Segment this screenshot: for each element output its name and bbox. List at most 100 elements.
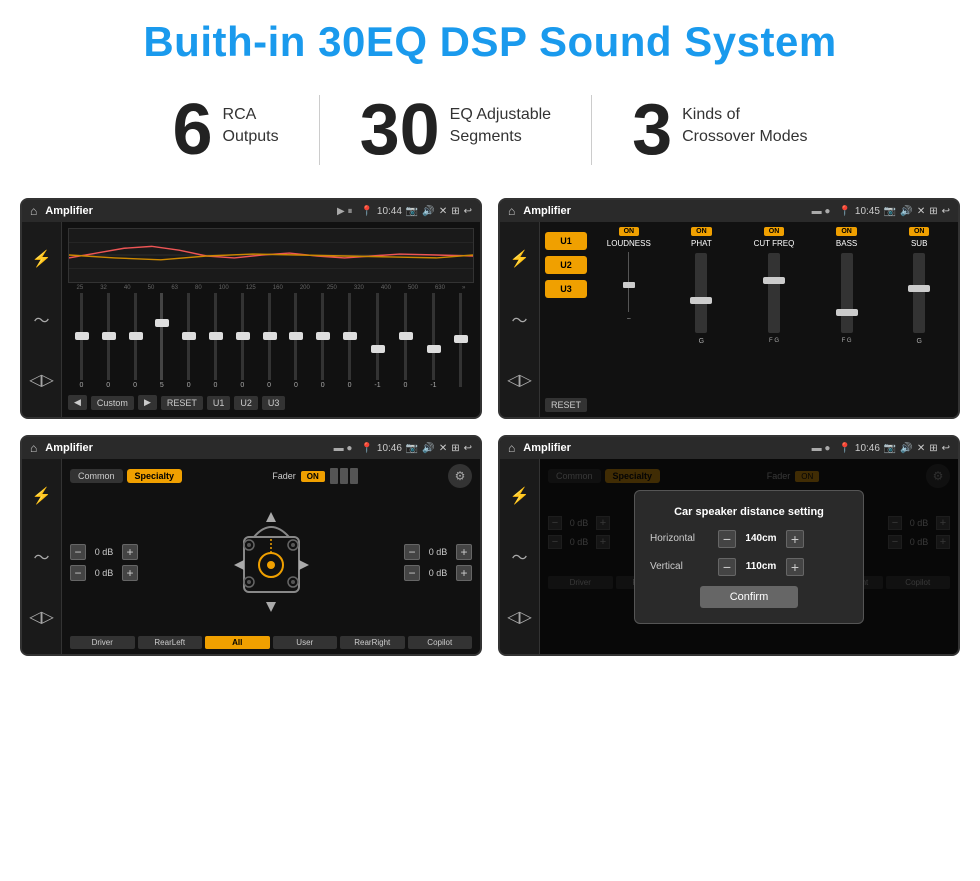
- eq-graph: [68, 228, 474, 283]
- sidebar-vol-icon-4[interactable]: ◁▷: [507, 607, 532, 627]
- topbar-3: ⌂ Amplifier ▬ ● 📍 10:46 📷🔊✕⊞↩: [22, 437, 480, 459]
- slider-col-5: 0: [187, 293, 191, 389]
- slider-col-14: -1: [430, 293, 436, 389]
- sidebar-vol-icon-3[interactable]: ◁▷: [29, 607, 54, 627]
- sidebar-wave-icon-2[interactable]: 〜: [511, 307, 527, 331]
- bass-on[interactable]: ON: [836, 227, 857, 236]
- topbar-4: ⌂ Amplifier ▬ ● 📍 10:46 📷🔊✕⊞↩: [500, 437, 958, 459]
- db-plus-tr[interactable]: +: [456, 544, 472, 560]
- screen-fader: ⌂ Amplifier ▬ ● 📍 10:46 📷🔊✕⊞↩ ⚡ 〜 ◁▷ Com…: [20, 435, 482, 656]
- channel-loudness: ON LOUDNESS ~: [595, 227, 663, 412]
- db-minus-bl[interactable]: −: [70, 565, 86, 581]
- home-icon-2[interactable]: ⌂: [508, 204, 515, 218]
- amp2-channels: ON LOUDNESS ~ ON PHAT: [595, 227, 953, 412]
- close-icon[interactable]: ✕: [439, 206, 447, 217]
- slider-col-7: 0: [240, 293, 244, 389]
- amp2-main: U1 U2 U3 RESET ON LOUDNESS: [540, 222, 958, 417]
- amp2-reset-btn[interactable]: RESET: [545, 398, 587, 412]
- distance-dialog: Car speaker distance setting Horizontal …: [634, 490, 864, 624]
- fader-bottom-buttons: Driver RearLeft All User RearRight Copil…: [70, 636, 472, 649]
- eq-u3-btn[interactable]: U3: [262, 396, 286, 410]
- preset-u1[interactable]: U1: [545, 232, 587, 250]
- eq-u1-btn[interactable]: U1: [207, 396, 231, 410]
- home-icon[interactable]: ⌂: [30, 204, 37, 218]
- tab-specialty[interactable]: Specialty: [127, 469, 183, 483]
- sidebar-3: ⚡ 〜 ◁▷: [22, 459, 62, 654]
- preset-u3[interactable]: U3: [545, 280, 587, 298]
- db-minus-tr[interactable]: −: [404, 544, 420, 560]
- sidebar-wave-icon-4[interactable]: 〜: [511, 544, 527, 568]
- cutfreq-on[interactable]: ON: [764, 227, 785, 236]
- sidebar-eq-icon-4[interactable]: ⚡: [510, 486, 530, 506]
- window-icon: ⊞: [451, 206, 459, 217]
- phat-on[interactable]: ON: [691, 227, 712, 236]
- screen-amp2: ⌂ Amplifier ▬ ● 📍 10:45 📷🔊✕⊞↩ ⚡ 〜 ◁▷ U1 …: [498, 198, 960, 419]
- sidebar-eq-icon-2[interactable]: ⚡: [510, 249, 530, 269]
- screen-content-4: ⚡ 〜 ◁▷ Common Specialty Fader ON: [500, 459, 958, 654]
- screen-content-3: ⚡ 〜 ◁▷ Common Specialty Fader ON: [22, 459, 480, 654]
- topbar-title-4: Amplifier: [523, 442, 803, 454]
- sidebar-wave-icon-3[interactable]: 〜: [33, 544, 49, 568]
- sub-label: SUB: [911, 239, 927, 248]
- eq-prev-btn[interactable]: ◀: [68, 395, 87, 410]
- slider-col-6: 0: [214, 293, 218, 389]
- sub-on[interactable]: ON: [909, 227, 930, 236]
- db-plus-tl[interactable]: +: [122, 544, 138, 560]
- fader-on-badge: ON: [301, 471, 325, 482]
- db-plus-br[interactable]: +: [456, 565, 472, 581]
- db-plus-bl[interactable]: +: [122, 565, 138, 581]
- stat-number-rca: 6: [173, 94, 213, 166]
- vertical-minus[interactable]: −: [718, 558, 736, 576]
- screen-eq: ⌂ Amplifier ▶ ⏸ 📍 10:44 📷 🔊 ✕ ⊞ ↩ ⚡ 〜 ◁▷: [20, 198, 482, 419]
- eq-play-btn[interactable]: ▶: [138, 395, 157, 410]
- dialog-vertical-row: Vertical − 110cm +: [650, 558, 848, 576]
- db-control-tr: − 0 dB +: [404, 544, 472, 560]
- home-icon-4[interactable]: ⌂: [508, 441, 515, 455]
- sidebar-eq-icon[interactable]: ⚡: [32, 249, 52, 269]
- btn-all[interactable]: All: [205, 636, 270, 649]
- tab-common[interactable]: Common: [70, 469, 123, 483]
- channel-sub: ON SUB G: [885, 227, 953, 412]
- sidebar-vol-icon-2[interactable]: ◁▷: [507, 370, 532, 390]
- sidebar-wave-icon[interactable]: 〜: [33, 307, 49, 331]
- horizontal-plus[interactable]: +: [786, 530, 804, 548]
- confirm-button[interactable]: Confirm: [700, 586, 799, 608]
- db-val-tl: 0 dB: [90, 547, 118, 557]
- phat-label: PHAT: [691, 239, 712, 248]
- slider-col-2: 0: [106, 293, 110, 389]
- eq-u2-btn[interactable]: U2: [234, 396, 258, 410]
- vertical-label: Vertical: [650, 561, 710, 572]
- preset-u2[interactable]: U2: [545, 256, 587, 274]
- home-icon-3[interactable]: ⌂: [30, 441, 37, 455]
- btn-user[interactable]: User: [273, 636, 338, 649]
- db-minus-br[interactable]: −: [404, 565, 420, 581]
- horizontal-minus[interactable]: −: [718, 530, 736, 548]
- cutfreq-label: CUT FREQ: [754, 239, 795, 248]
- btn-rearright[interactable]: RearRight: [340, 636, 405, 649]
- car-diagram: [148, 507, 394, 617]
- topbar-time-1: 10:44: [377, 206, 402, 217]
- page-title: Buith-in 30EQ DSP Sound System: [0, 0, 980, 76]
- back-icon[interactable]: ↩: [464, 206, 472, 217]
- stat-crossover: 3 Kinds of Crossover Modes: [592, 94, 847, 166]
- topbar-icons-2: 📍 10:45 📷🔊✕⊞↩: [838, 206, 950, 217]
- loudness-on[interactable]: ON: [619, 227, 640, 236]
- sidebar-vol-icon[interactable]: ◁▷: [29, 370, 54, 390]
- camera-icon: 📷: [406, 206, 418, 217]
- slider-col-3: 0: [133, 293, 137, 389]
- settings-icon[interactable]: ⚙: [448, 464, 472, 488]
- slider-col-15: [459, 293, 462, 389]
- btn-copilot[interactable]: Copilot: [408, 636, 473, 649]
- sidebar-eq-icon-3[interactable]: ⚡: [32, 486, 52, 506]
- btn-rearleft[interactable]: RearLeft: [138, 636, 203, 649]
- dialog-confirm-area: Confirm: [650, 586, 848, 608]
- vertical-plus[interactable]: +: [786, 558, 804, 576]
- btn-driver[interactable]: Driver: [70, 636, 135, 649]
- eq-custom-btn[interactable]: Custom: [91, 396, 134, 410]
- db-minus-tl[interactable]: −: [70, 544, 86, 560]
- eq-reset-btn[interactable]: RESET: [161, 396, 203, 410]
- screen-fader-dialog: ⌂ Amplifier ▬ ● 📍 10:46 📷🔊✕⊞↩ ⚡ 〜 ◁▷: [498, 435, 960, 656]
- slider-col-4: 5: [160, 293, 164, 389]
- sidebar-1: ⚡ 〜 ◁▷: [22, 222, 62, 417]
- horizontal-control: − 140cm +: [718, 530, 804, 548]
